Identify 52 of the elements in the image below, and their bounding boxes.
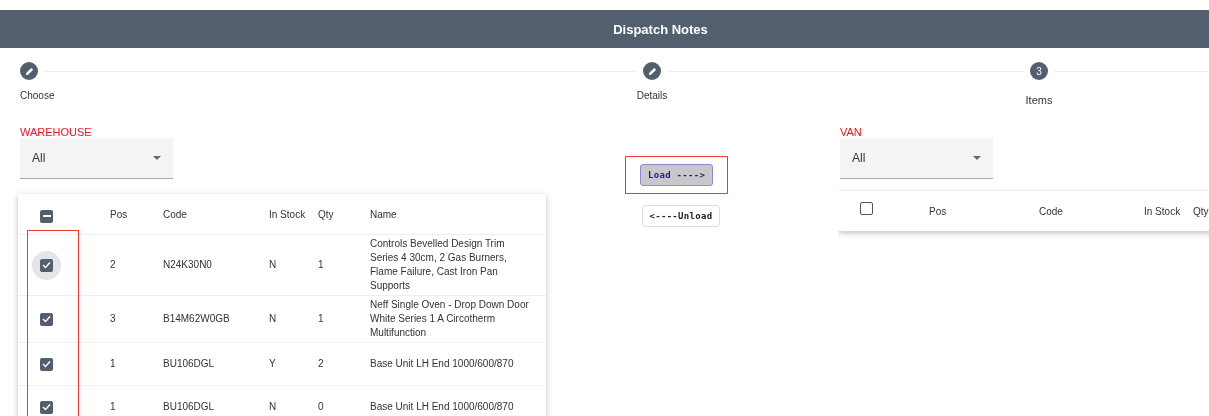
column-header: Name bbox=[370, 208, 397, 220]
table-cell: 1 bbox=[318, 259, 324, 270]
table-cell: 2 bbox=[110, 259, 116, 270]
column-header: Qty bbox=[318, 208, 334, 220]
table-cell: 1 bbox=[110, 358, 116, 369]
section-label: VAN bbox=[839, 126, 863, 138]
table-cell: 0 bbox=[318, 401, 324, 412]
column-header: In Stock bbox=[1144, 205, 1181, 217]
column-header: Code bbox=[1039, 205, 1063, 217]
checkbox[interactable] bbox=[40, 357, 53, 371]
table-cell: Base Unit LH End 1000/600/870 bbox=[370, 358, 514, 369]
column-header: Pos bbox=[110, 208, 128, 220]
caret-icon bbox=[973, 156, 981, 160]
table-cell: N bbox=[269, 313, 277, 324]
table-cell: Base Unit LH End 1000/600/870 bbox=[370, 401, 514, 412]
table-cell: 1 bbox=[318, 313, 324, 324]
table-cell: B14M62W0GB bbox=[163, 313, 230, 324]
step-label: Items bbox=[1025, 94, 1053, 106]
step-label: Details bbox=[636, 90, 668, 101]
select-field[interactable]: All bbox=[840, 138, 993, 179]
table-cell: N24K30N0 bbox=[163, 259, 212, 270]
table-cell: 3 bbox=[110, 313, 116, 324]
table-cell: Controls Bevelled Design Trim Series 4 30cm, 2 Gas Burners, Flame Failure, Cast Iron Pan Supports bbox=[370, 238, 507, 291]
table-cell: 2 bbox=[318, 358, 324, 369]
checkmark-icon bbox=[42, 403, 51, 411]
column-header: Qty bbox=[1193, 205, 1209, 217]
table-cell: Neff Single Oven - Drop Down Door White Series 1 A Circotherm Multifunction bbox=[370, 299, 529, 338]
minus-icon bbox=[42, 215, 51, 218]
section-label: WAREHOUSE bbox=[19, 126, 93, 138]
checkbox[interactable] bbox=[860, 202, 873, 215]
checkbox[interactable] bbox=[40, 258, 53, 272]
checkmark-icon bbox=[42, 315, 51, 323]
checkbox[interactable] bbox=[40, 400, 53, 414]
table-cell: 1 bbox=[110, 401, 116, 412]
table-cell: N bbox=[269, 259, 277, 270]
table-cell: BU106DGL bbox=[163, 358, 215, 369]
select-field[interactable]: All bbox=[20, 138, 173, 179]
page-title: Dispatch Notes bbox=[613, 21, 708, 37]
checkbox[interactable] bbox=[40, 209, 53, 223]
table-cell: BU106DGL bbox=[163, 401, 215, 412]
caret-icon bbox=[153, 156, 161, 160]
action-button[interactable]: <----Unload bbox=[641, 205, 721, 227]
table-cell: Y bbox=[269, 358, 276, 369]
checkmark-icon bbox=[42, 360, 51, 368]
checkmark-icon bbox=[42, 261, 51, 269]
step-label: Choose bbox=[20, 90, 55, 101]
column-header: Code bbox=[163, 208, 187, 220]
checkbox[interactable] bbox=[40, 312, 53, 326]
action-button[interactable]: Load ----> bbox=[640, 164, 714, 186]
table-cell: N bbox=[269, 401, 277, 412]
column-header: Pos bbox=[929, 205, 947, 217]
column-header: In Stock bbox=[269, 208, 306, 220]
